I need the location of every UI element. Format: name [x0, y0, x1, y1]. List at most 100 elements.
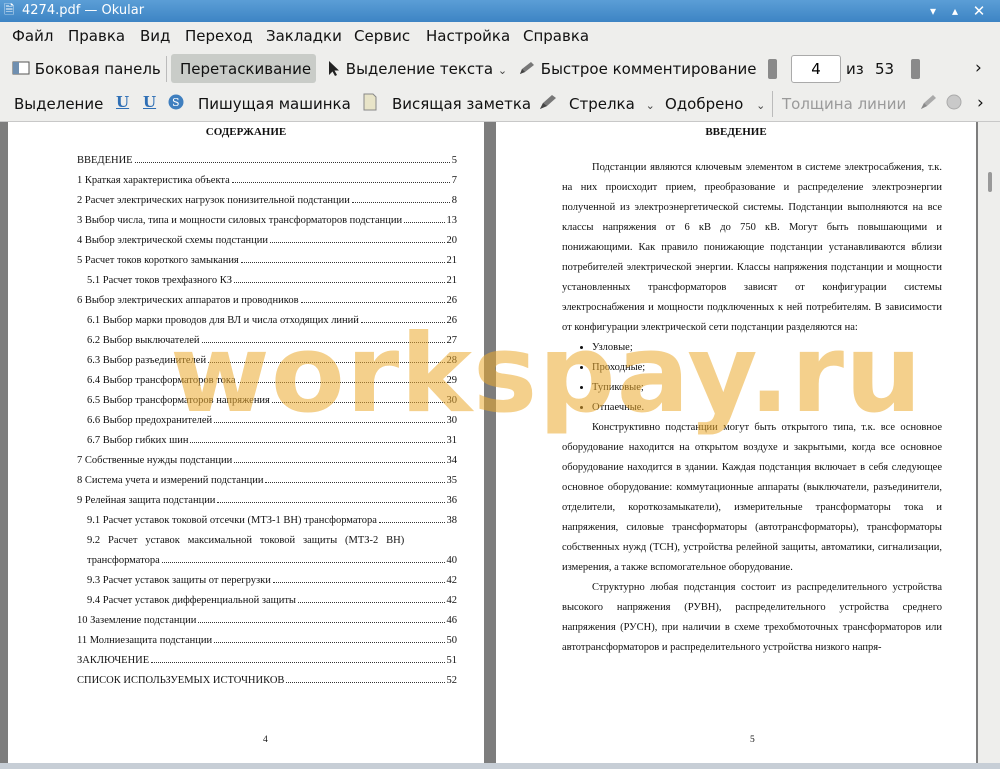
toc-row[interactable]: 9.3 Расчет уставок защиты от перегрузки 4…	[87, 575, 457, 586]
note-icon[interactable]	[362, 93, 378, 115]
toc-row[interactable]: СПИСОК ИСПОЛЬЗУЕМЫХ ИСТОЧНИКОВ 52	[77, 675, 457, 686]
stamp-tool[interactable]: Одобрено ⌄	[665, 95, 765, 113]
toc-entry-page: 21	[446, 275, 458, 286]
chevron-down-icon[interactable]: ⌄	[498, 64, 507, 77]
toc-leader	[271, 395, 445, 403]
opacity-icon[interactable]	[945, 93, 963, 115]
document-viewport[interactable]: СОДЕРЖАНИЕ ВВЕДЕНИЕ 5 1 Краткая характери…	[0, 122, 1000, 769]
toc-entry-text: трансформатора	[87, 555, 160, 566]
toc-entry-page: 29	[446, 375, 458, 386]
toc-row[interactable]: ВВЕДЕНИЕ 5	[77, 155, 457, 166]
toc-row[interactable]: ЗАКЛЮЧЕНИЕ 51	[77, 655, 457, 666]
toc-entry-text: 6.3 Выбор разъединителей	[87, 355, 207, 366]
toolbar-overflow-icon[interactable]: ›	[975, 58, 982, 78]
toc-leader	[234, 455, 445, 463]
squiggle-underline-icon[interactable]: U	[143, 93, 156, 111]
menu-help[interactable]: Справка	[523, 27, 589, 45]
toc-row[interactable]: 6.6 Выбор предохранителей 30	[87, 415, 457, 426]
toc-entry-text: 9.4 Расчет уставок дифференциальной защи…	[87, 595, 296, 606]
menu-bookmarks[interactable]: Закладки	[266, 27, 342, 45]
toc-row[interactable]: 1 Краткая характеристика объекта 7	[77, 175, 457, 186]
next-page-button[interactable]	[911, 59, 920, 79]
toc-row[interactable]: 9.4 Расчет уставок дифференциальной защи…	[87, 595, 457, 606]
toc-entry-text: 6.2 Выбор выключателей	[87, 335, 200, 346]
toc-entry-page: 38	[446, 515, 458, 526]
bottom-edge	[0, 763, 1000, 769]
menu-file[interactable]: Файл	[12, 27, 53, 45]
toc-entry-text: ЗАКЛЮЧЕНИЕ	[77, 655, 150, 666]
arrow-pen-icon[interactable]	[538, 93, 558, 115]
page-number-input[interactable]: 4	[791, 55, 841, 83]
toc-row[interactable]: 6.7 Выбор гибких шин 31	[87, 435, 457, 446]
title-bar: 🗎 4274.pdf — Okular ▾ ▴ ✕	[0, 0, 1000, 22]
toc-entry-page: 8	[451, 195, 457, 206]
stamp-tool-label: Одобрено	[665, 95, 744, 113]
toc-row[interactable]: 11 Молниезащита подстанции 50	[77, 635, 457, 646]
underline-icon[interactable]: U	[116, 93, 129, 111]
toc-row[interactable]: 5 Расчет токов короткого замыкания 21	[77, 255, 457, 266]
line-width-control[interactable]: Толщина линии	[782, 95, 906, 113]
toc-row[interactable]: 6.4 Выбор трансформаторов тока 29	[87, 375, 457, 386]
toc-row[interactable]: 9.1 Расчет уставок токовой отсечки (МТЗ-…	[87, 515, 457, 526]
chevron-down-icon[interactable]: ⌄	[646, 99, 655, 112]
toc-row[interactable]: 6.1 Выбор марки проводов для ВЛ и числа …	[87, 315, 457, 326]
toc-entry-page: 30	[446, 415, 458, 426]
toc-row[interactable]: 6.5 Выбор трансформаторов напряжения 30	[87, 395, 457, 406]
toc-leader	[233, 275, 445, 283]
arrow-tool-label: Стрелка	[569, 95, 635, 113]
minimize-button[interactable]: ▾	[924, 2, 942, 20]
chevron-down-icon[interactable]: ⌄	[756, 99, 765, 112]
toc-row[interactable]: 10 Заземление подстанции 46	[77, 615, 457, 626]
pop-up-note-tool[interactable]: Висящая заметка	[392, 95, 531, 113]
sidebar-button[interactable]: Боковая панель	[12, 60, 161, 78]
typewriter-tool[interactable]: Пишущая машинка	[198, 95, 351, 113]
toc-row[interactable]: 6.2 Выбор выключателей 27	[87, 335, 457, 346]
toc-row[interactable]: 7 Собственные нужды подстанции 34	[77, 455, 457, 466]
toc-row[interactable]: 9.2 Расчет уставок максимальной токовой …	[87, 535, 457, 546]
toc-entry-page: 42	[446, 575, 458, 586]
color-icon[interactable]	[919, 93, 937, 115]
drag-button-label: Перетаскивание	[180, 60, 312, 78]
scrollbar-thumb[interactable]	[988, 172, 992, 192]
menu-settings[interactable]: Настройка	[426, 27, 510, 45]
toc-row[interactable]: 2 Расчет электрических нагрузок понизите…	[77, 195, 457, 206]
annotation-toolbar: Выделение U U S Пишущая машинка Висящая …	[0, 87, 1000, 122]
maximize-button[interactable]: ▴	[946, 2, 964, 20]
paragraph: Подстанции являются ключевым элементом в…	[562, 162, 942, 333]
menu-edit[interactable]: Правка	[68, 27, 125, 45]
vertical-scrollbar[interactable]	[978, 122, 1000, 769]
toc-entry-text: 8 Система учета и измерений подстанции	[77, 475, 264, 486]
toc-entry-text: 1 Краткая характеристика объекта	[77, 175, 230, 186]
toc-row[interactable]: 6 Выбор электрических аппаратов и провод…	[77, 295, 457, 306]
menu-tools[interactable]: Сервис	[354, 27, 410, 45]
drag-button[interactable]: Перетаскивание	[180, 60, 311, 78]
quick-comment-button[interactable]: Быстрое комментирование	[518, 60, 757, 78]
selection-tool[interactable]: Выделение	[14, 95, 103, 113]
toolbar-overflow-icon[interactable]: ›	[977, 93, 984, 113]
toc-entry-text: 10 Заземление подстанции	[77, 615, 197, 626]
toc-entry-text: 5 Расчет токов короткого замыкания	[77, 255, 239, 266]
toc-row[interactable]: 4 Выбор электрической схемы подстанции 20	[77, 235, 457, 246]
toc-row[interactable]: 6.3 Выбор разъединителей 28	[87, 355, 457, 366]
text-select-button[interactable]: Выделение текста ⌄	[327, 60, 507, 78]
toc-entry-page: 51	[446, 655, 458, 666]
toc-entry-text: 6.1 Выбор марки проводов для ВЛ и числа …	[87, 315, 359, 326]
arrow-tool[interactable]: Стрелка ⌄	[569, 95, 655, 113]
toc-row[interactable]: 9 Релейная защита подстанции 36	[77, 495, 457, 506]
toc-entry-text: 4 Выбор электрической схемы подстанции	[77, 235, 269, 246]
toc-row[interactable]: трансформатора 40	[87, 555, 457, 566]
toc-row[interactable]: 8 Система учета и измерений подстанции 35	[77, 475, 457, 486]
toc-row[interactable]: 3 Выбор числа, типа и мощности силовых т…	[77, 215, 457, 226]
substation-types-list: Узловые; Проходные; Тупиковые; Отпаечные…	[562, 338, 942, 418]
toc-leader	[300, 295, 445, 303]
toc-entry-text: 5.1 Расчет токов трехфазного КЗ	[87, 275, 232, 286]
toc-row[interactable]: 5.1 Расчет токов трехфазного КЗ 21	[87, 275, 457, 286]
menu-go[interactable]: Переход	[185, 27, 253, 45]
list-item: Тупиковые;	[592, 378, 942, 398]
close-button[interactable]: ✕	[970, 2, 988, 20]
menu-view[interactable]: Вид	[140, 27, 170, 45]
toolbar-separator	[772, 91, 773, 117]
strikeout-icon[interactable]: S	[167, 93, 185, 115]
toc-leader	[214, 415, 445, 423]
previous-page-button[interactable]	[768, 59, 777, 79]
